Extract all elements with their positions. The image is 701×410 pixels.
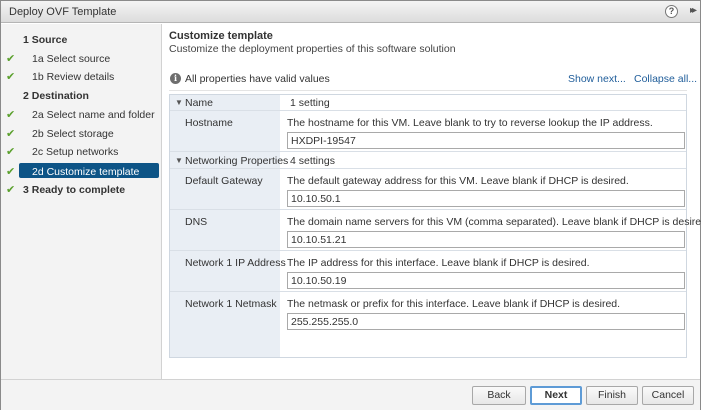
nav-item-select-source[interactable]: ✔ 1a Select source xyxy=(1,51,162,67)
page-title: Customize template xyxy=(169,30,273,42)
nav-item-select-storage[interactable]: ✔ 2b Select storage xyxy=(1,126,162,142)
group-name: Networking Properties xyxy=(185,155,289,167)
nav-item-review-details[interactable]: ✔ 1b Review details xyxy=(1,69,162,85)
collapse-triangle-icon[interactable]: ▼ xyxy=(175,98,183,107)
page-subtitle: Customize the deployment properties of t… xyxy=(169,43,456,55)
network1-netmask-input[interactable] xyxy=(287,313,685,330)
dialog-title: Deploy OVF Template xyxy=(9,6,117,18)
nav-item-label: 1b Review details xyxy=(32,71,115,83)
group-row-name[interactable]: ▼ Name 1 setting xyxy=(170,95,686,111)
check-icon: ✔ xyxy=(6,128,16,140)
properties-grid: ▼ Name 1 setting Hostname The hostname f… xyxy=(169,94,701,358)
property-row-hostname: Hostname The hostname for this VM. Leave… xyxy=(170,112,686,152)
check-icon: ✔ xyxy=(6,184,16,196)
property-description: The default gateway address for this VM.… xyxy=(287,175,629,187)
nav-step-ready-to-complete[interactable]: ✔ 3 Ready to complete xyxy=(1,182,162,198)
hostname-input[interactable] xyxy=(287,132,685,149)
property-description: The hostname for this VM. Leave blank to… xyxy=(287,117,653,129)
check-icon: ✔ xyxy=(6,146,16,158)
default-gateway-input[interactable] xyxy=(287,190,685,207)
dns-input[interactable] xyxy=(287,231,685,248)
property-name: Network 1 IP Address xyxy=(185,257,286,269)
next-button[interactable]: Next xyxy=(530,386,582,405)
property-name: Default Gateway xyxy=(185,175,263,187)
title-bar: Deploy OVF Template ? ▸▸ xyxy=(1,1,700,23)
divider xyxy=(169,90,687,91)
check-icon: ✔ xyxy=(6,109,16,121)
property-row-dns: DNS The domain name servers for this VM … xyxy=(170,211,701,251)
group-row-networking[interactable]: ▼ Networking Properties 4 settings xyxy=(170,153,686,169)
nav-item-setup-networks[interactable]: ✔ 2c Setup networks xyxy=(1,144,162,160)
wizard-steps-nav: 1 Source ✔ 1a Select source ✔ 1b Review … xyxy=(1,24,162,379)
nav-item-label: 2b Select storage xyxy=(32,128,114,140)
property-row-network1-ip: Network 1 IP Address The IP address for … xyxy=(170,252,686,292)
main-panel: Customize template Customize the deploym… xyxy=(163,24,701,379)
deploy-ovf-dialog: Deploy OVF Template ? ▸▸ 1 Source ✔ 1a S… xyxy=(0,0,701,410)
validation-status: All properties have valid values xyxy=(185,73,330,85)
nav-item-label: 2d Customize template xyxy=(32,166,140,178)
property-row-network1-netmask: Network 1 Netmask The netmask or prefix … xyxy=(170,293,686,333)
back-button[interactable]: Back xyxy=(472,386,526,405)
show-next-link[interactable]: Show next... xyxy=(568,73,626,85)
info-icon: i xyxy=(170,73,181,84)
finish-button[interactable]: Finish xyxy=(586,386,638,405)
property-description: The domain name servers for this VM (com… xyxy=(287,216,701,228)
group-name: Name xyxy=(185,97,214,109)
check-icon: ✔ xyxy=(6,166,16,178)
collapse-all-link[interactable]: Collapse all... xyxy=(634,73,697,85)
help-icon[interactable]: ? xyxy=(665,5,678,18)
expand-icon[interactable]: ▸▸ xyxy=(690,5,697,16)
group-count: 4 settings xyxy=(290,155,335,167)
property-description: The netmask or prefix for this interface… xyxy=(287,298,621,310)
property-description: The IP address for this interface. Leave… xyxy=(287,257,590,269)
dialog-footer: Back Next Finish Cancel xyxy=(1,379,700,410)
property-name: Hostname xyxy=(185,117,233,129)
collapse-triangle-icon[interactable]: ▼ xyxy=(175,156,183,165)
network1-ip-input[interactable] xyxy=(287,272,685,289)
nav-item-label: 2a Select name and folder xyxy=(32,109,155,121)
nav-item-label: 1 Source xyxy=(23,34,68,46)
property-row-default-gateway: Default Gateway The default gateway addr… xyxy=(170,170,686,210)
nav-item-label: 2 Destination xyxy=(23,90,89,102)
check-icon: ✔ xyxy=(6,53,16,65)
nav-step-source[interactable]: 1 Source xyxy=(1,32,162,48)
cancel-button[interactable]: Cancel xyxy=(642,386,694,405)
nav-step-destination[interactable]: 2 Destination xyxy=(1,88,162,104)
nav-item-customize-template[interactable]: ✔ 2d Customize template xyxy=(1,163,162,180)
property-name: Network 1 Netmask xyxy=(185,298,277,310)
nav-item-label: 1a Select source xyxy=(32,53,111,65)
check-icon: ✔ xyxy=(6,71,16,83)
nav-item-label: 2c Setup networks xyxy=(32,146,119,158)
group-count: 1 setting xyxy=(290,97,330,109)
property-name: DNS xyxy=(185,216,208,228)
nav-item-select-name-folder[interactable]: ✔ 2a Select name and folder xyxy=(1,107,162,123)
nav-item-label: 3 Ready to complete xyxy=(23,184,126,196)
